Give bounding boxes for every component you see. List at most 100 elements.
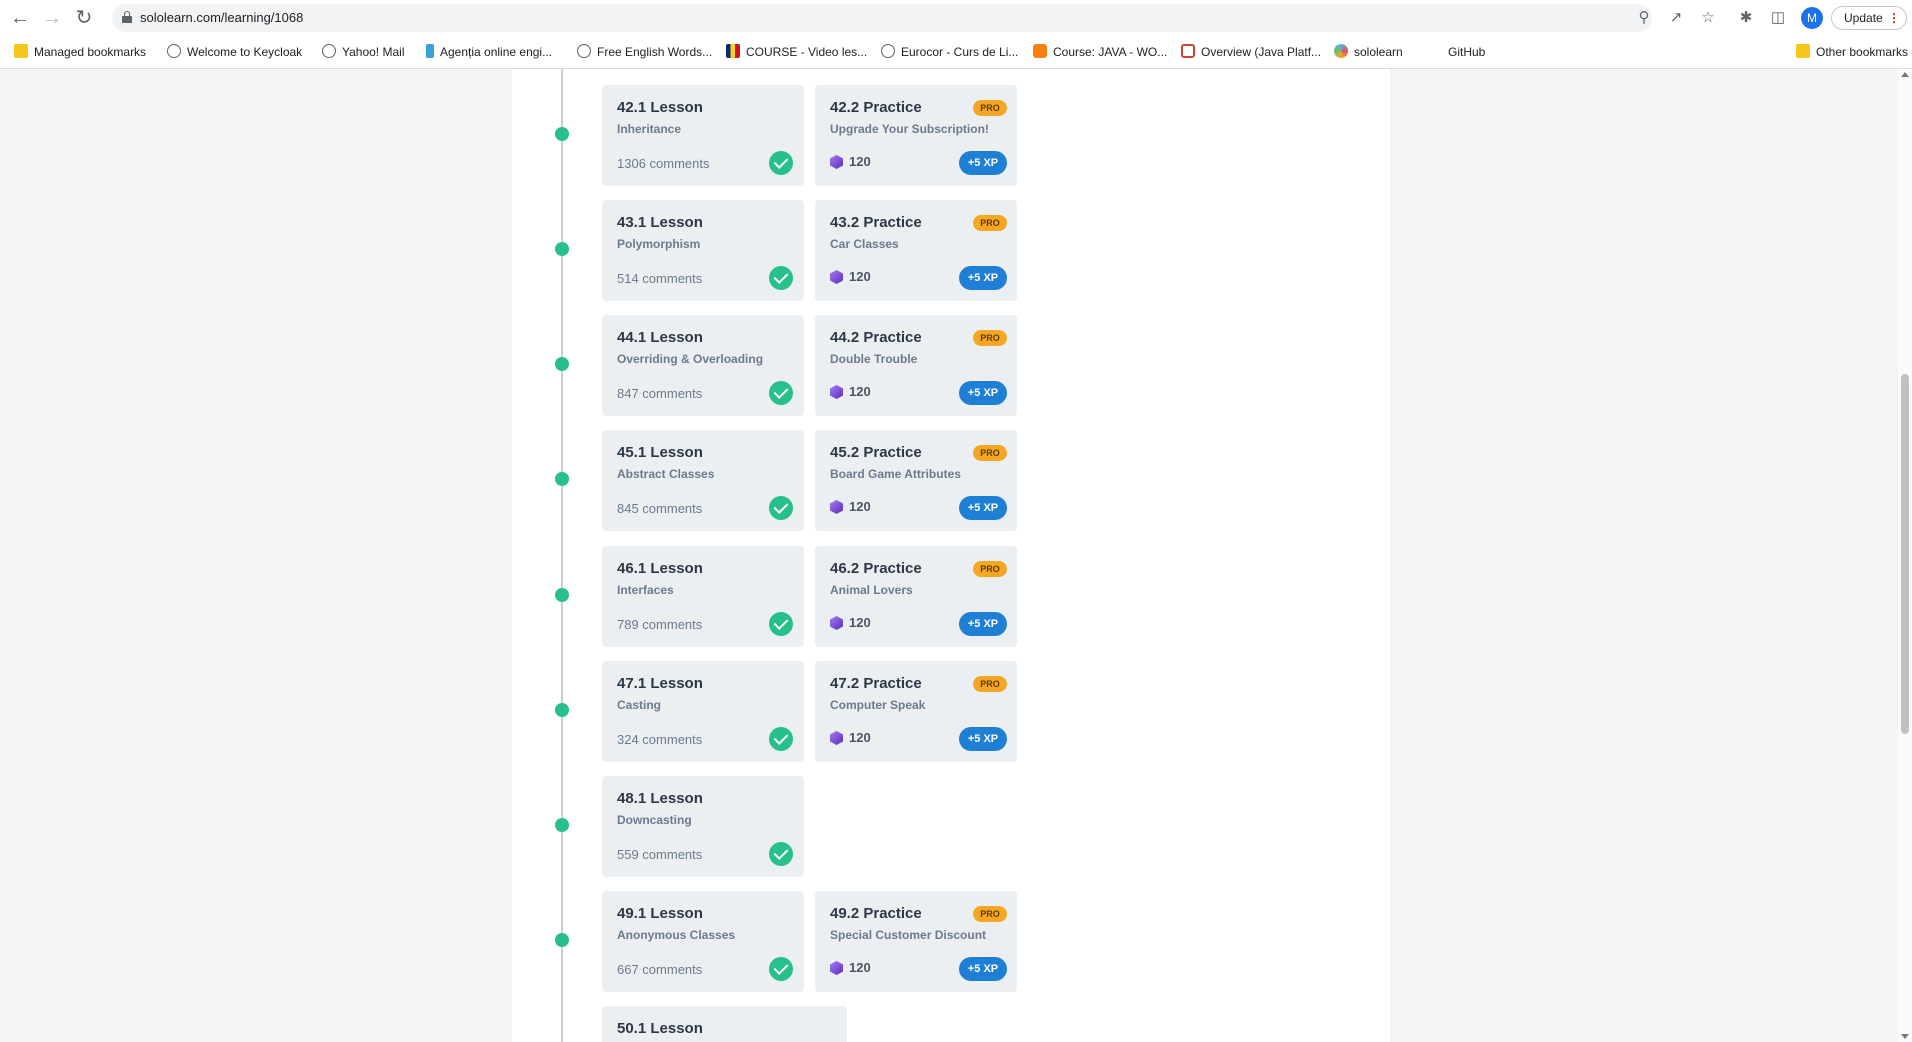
folder-icon bbox=[1796, 44, 1810, 58]
xp-badge: +5 XP bbox=[959, 612, 1007, 636]
bit-gem-icon bbox=[830, 500, 843, 514]
lesson-card[interactable]: 49.1 Lesson Anonymous Classes 667 commen… bbox=[602, 891, 804, 992]
lesson-card[interactable]: 46.1 Lesson Interfaces 789 comments bbox=[602, 546, 804, 647]
globe-icon bbox=[881, 44, 895, 58]
comments-count[interactable]: 324 comments bbox=[617, 732, 702, 747]
scroll-up-arrow-icon[interactable] bbox=[1901, 72, 1909, 77]
timeline-dot bbox=[555, 242, 569, 256]
menu-dots-icon[interactable]: ⋮ bbox=[1888, 7, 1900, 29]
lesson-card[interactable]: 47.1 Lesson Casting 324 comments bbox=[602, 661, 804, 762]
bit-gem-icon bbox=[830, 385, 843, 399]
bookmark-sololearn[interactable]: sololearn bbox=[1334, 42, 1403, 62]
bookmark-java-overview[interactable]: Overview (Java Platf... bbox=[1181, 42, 1321, 62]
gem-count: 120 bbox=[849, 960, 871, 975]
forward-icon[interactable]: → bbox=[40, 6, 64, 30]
lesson-card[interactable]: 44.1 Lesson Overriding & Overloading 847… bbox=[602, 315, 804, 416]
moodle-icon bbox=[1033, 44, 1047, 58]
comments-count[interactable]: 559 comments bbox=[617, 847, 702, 862]
update-button[interactable]: Update ⋮ bbox=[1831, 6, 1907, 30]
bookmark-course-video[interactable]: COURSE - Video les... bbox=[726, 42, 867, 62]
bookmark-eurocor[interactable]: Eurocor - Curs de Li... bbox=[881, 42, 1018, 62]
extensions-icon[interactable]: ✱ bbox=[1736, 8, 1756, 28]
lesson-title: 46.1 Lesson bbox=[617, 560, 703, 577]
comments-count[interactable]: 1306 comments bbox=[617, 156, 710, 171]
bookmark-managed[interactable]: Managed bookmarks bbox=[14, 42, 146, 62]
check-icon bbox=[769, 842, 793, 866]
timeline-dot bbox=[555, 933, 569, 947]
practice-subtitle: Animal Lovers bbox=[830, 583, 913, 597]
lesson-card[interactable]: 50.1 Lesson bbox=[602, 1006, 847, 1042]
page-scrollbar[interactable] bbox=[1898, 69, 1912, 1042]
comments-count[interactable]: 789 comments bbox=[617, 617, 702, 632]
practice-subtitle: Upgrade Your Subscription! bbox=[830, 122, 989, 136]
zoom-icon[interactable]: ⚲ bbox=[1634, 8, 1654, 28]
comments-count[interactable]: 845 comments bbox=[617, 501, 702, 516]
address-bar[interactable]: sololearn.com/learning/1068 ⚲ ↗ ☆ bbox=[112, 4, 1715, 32]
lesson-title: 45.1 Lesson bbox=[617, 444, 703, 461]
practice-title: 42.2 Practice bbox=[830, 99, 922, 116]
url-text[interactable]: sololearn.com/learning/1068 bbox=[140, 10, 303, 25]
bookmark-github[interactable]: GitHub bbox=[1448, 42, 1485, 62]
bookmark-agentia[interactable]: Agenția online engi... bbox=[426, 42, 552, 62]
comments-count[interactable]: 514 comments bbox=[617, 271, 702, 286]
lesson-title: 43.1 Lesson bbox=[617, 214, 703, 231]
folder-icon bbox=[14, 44, 28, 58]
check-icon bbox=[769, 727, 793, 751]
practice-title: 45.2 Practice bbox=[830, 444, 922, 461]
pro-badge: PRO bbox=[973, 330, 1007, 346]
bookmark-english-words[interactable]: Free English Words... bbox=[577, 42, 712, 62]
xp-badge: +5 XP bbox=[959, 496, 1007, 520]
gem-count: 120 bbox=[849, 499, 871, 514]
globe-icon bbox=[322, 44, 336, 58]
lock-icon bbox=[122, 11, 132, 23]
comments-count[interactable]: 847 comments bbox=[617, 386, 702, 401]
bookmark-other[interactable]: Other bookmarks bbox=[1796, 42, 1908, 62]
lesson-card[interactable]: 48.1 Lesson Downcasting 559 comments bbox=[602, 776, 804, 877]
pro-badge: PRO bbox=[973, 445, 1007, 461]
pro-badge: PRO bbox=[973, 561, 1007, 577]
lesson-card[interactable]: 45.1 Lesson Abstract Classes 845 comment… bbox=[602, 430, 804, 531]
bookmark-java-course[interactable]: Course: JAVA - WO... bbox=[1033, 42, 1167, 62]
practice-card[interactable]: 42.2 Practice Upgrade Your Subscription!… bbox=[815, 85, 1017, 186]
practice-card[interactable]: 44.2 Practice Double Trouble PRO 120 +5 … bbox=[815, 315, 1017, 416]
globe-icon bbox=[167, 44, 181, 58]
xp-badge: +5 XP bbox=[959, 151, 1007, 175]
timeline-dot bbox=[555, 588, 569, 602]
scrollbar-thumb[interactable] bbox=[1901, 374, 1909, 734]
check-icon bbox=[769, 957, 793, 981]
bookmark-yahoo[interactable]: Yahoo! Mail bbox=[322, 42, 404, 62]
bookmark-star-icon[interactable]: ☆ bbox=[1698, 8, 1718, 28]
comments-count[interactable]: 667 comments bbox=[617, 962, 702, 977]
gem-count: 120 bbox=[849, 269, 871, 284]
lesson-subtitle: Inheritance bbox=[617, 122, 682, 136]
share-icon[interactable]: ↗ bbox=[1666, 8, 1686, 28]
practice-card[interactable]: 47.2 Practice Computer Speak PRO 120 +5 … bbox=[815, 661, 1017, 762]
practice-card[interactable]: 49.2 Practice Special Customer Discount … bbox=[815, 891, 1017, 992]
reload-icon[interactable]: ↻ bbox=[72, 6, 96, 30]
practice-card[interactable]: 43.2 Practice Car Classes PRO 120 +5 XP bbox=[815, 200, 1017, 301]
lesson-card[interactable]: 43.1 Lesson Polymorphism 514 comments bbox=[602, 200, 804, 301]
timeline-dot bbox=[555, 127, 569, 141]
scroll-down-arrow-icon[interactable] bbox=[1901, 1034, 1909, 1039]
lesson-subtitle: Interfaces bbox=[617, 583, 674, 597]
check-icon bbox=[769, 266, 793, 290]
site-icon bbox=[426, 44, 434, 58]
practice-card[interactable]: 45.2 Practice Board Game Attributes PRO … bbox=[815, 430, 1017, 531]
back-icon[interactable]: ← bbox=[8, 6, 32, 30]
lesson-title: 44.1 Lesson bbox=[617, 329, 703, 346]
xp-badge: +5 XP bbox=[959, 727, 1007, 751]
timeline-dot bbox=[555, 472, 569, 486]
sololearn-icon bbox=[1334, 44, 1348, 58]
gem-count: 120 bbox=[849, 615, 871, 630]
lesson-subtitle: Abstract Classes bbox=[617, 467, 715, 481]
update-label: Update bbox=[1844, 11, 1883, 25]
lesson-card[interactable]: 42.1 Lesson Inheritance 1306 comments bbox=[602, 85, 804, 186]
practice-subtitle: Computer Speak bbox=[830, 698, 926, 712]
profile-avatar[interactable]: M bbox=[1801, 7, 1823, 29]
lesson-title: 50.1 Lesson bbox=[617, 1020, 703, 1037]
bookmark-keycloak[interactable]: Welcome to Keycloak bbox=[167, 42, 302, 62]
gem-count: 120 bbox=[849, 730, 871, 745]
side-panel-icon[interactable]: ◫ bbox=[1768, 8, 1788, 28]
practice-card[interactable]: 46.2 Practice Animal Lovers PRO 120 +5 X… bbox=[815, 546, 1017, 647]
oracle-icon bbox=[1181, 44, 1195, 58]
